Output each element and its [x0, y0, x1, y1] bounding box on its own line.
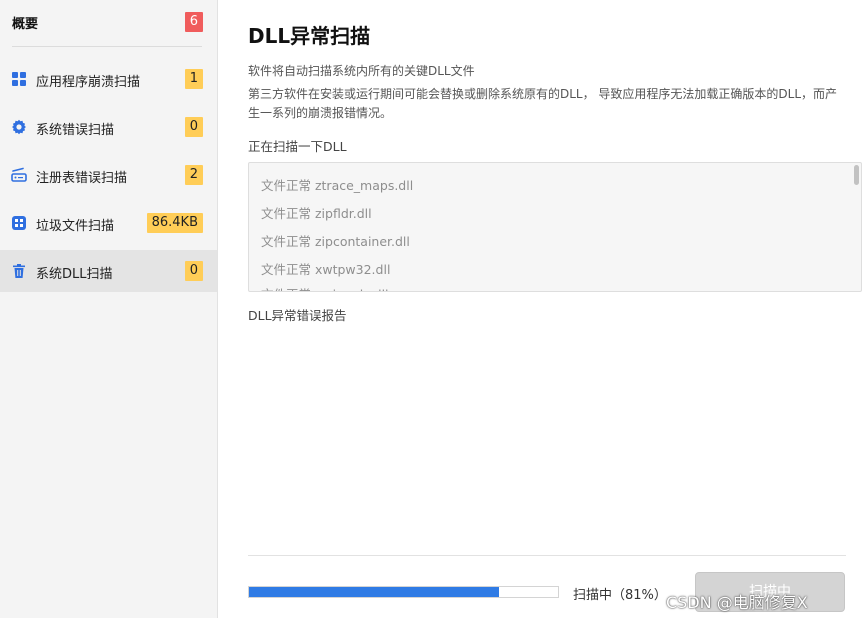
- size-badge: 86.4KB: [146, 213, 203, 233]
- scan-log-line: 文件正常 zipcontainer.dll: [261, 234, 410, 249]
- page-title: DLL异常扫描: [248, 24, 371, 48]
- gear-icon: [11, 119, 27, 135]
- sidebar-item-label: 应用程序崩溃扫描: [36, 75, 141, 90]
- watermark: CSDN @电脑修复X: [666, 593, 808, 612]
- sidebar-item-system-dll-scan[interactable]: 系统DLL扫描 0: [0, 250, 217, 292]
- app-window: 概要 6 应用程序崩溃扫描 1 系统错误扫描 0 注册表错误扫描 2 垃圾文件扫…: [0, 0, 867, 618]
- scan-log-line: 文件正常 ztrace_maps.dll: [261, 178, 414, 193]
- description-line: 软件将自动扫描系统内所有的关键DLL文件: [248, 64, 475, 78]
- scanning-heading: 正在扫描一下DLL: [248, 139, 347, 154]
- grid-icon: [11, 71, 27, 87]
- sidebar-item-label: 系统错误扫描: [36, 123, 115, 138]
- sidebar-item-label: 注册表错误扫描: [36, 171, 128, 186]
- description-paragraph: 第三方软件在安装或运行期间可能会替换或删除系统原有的DLL， 导致应用程序无法加…: [248, 87, 838, 120]
- count-badge: 0: [184, 261, 203, 281]
- footer-divider: [248, 555, 846, 556]
- apps-icon: [11, 215, 27, 231]
- sidebar-item-registry-error-scan[interactable]: 注册表错误扫描 2: [0, 154, 217, 196]
- main-panel: DLL异常扫描 软件将自动扫描系统内所有的关键DLL文件 第三方软件在安装或运行…: [218, 0, 867, 618]
- report-heading: DLL异常错误报告: [248, 308, 347, 323]
- sidebar-header-title: 概要: [12, 17, 39, 32]
- scan-log-line: 文件正常 zipfldr.dll: [261, 206, 372, 221]
- count-badge: 1: [184, 69, 203, 89]
- sidebar-header-overview[interactable]: 概要 6: [0, 0, 217, 46]
- trash-icon: [11, 263, 27, 279]
- sidebar: 概要 6 应用程序崩溃扫描 1 系统错误扫描 0 注册表错误扫描 2 垃圾文件扫…: [0, 0, 218, 618]
- sidebar-divider: [12, 46, 202, 47]
- sidebar-item-junk-file-scan[interactable]: 垃圾文件扫描 86.4KB: [0, 202, 217, 244]
- scan-progress-fill: [249, 587, 500, 597]
- scan-log-line: 文件正常 xwizards.dll: [261, 284, 389, 291]
- router-icon: [11, 167, 27, 183]
- scan-log-box[interactable]: 文件正常 ztrace_maps.dll 文件正常 zipfldr.dll 文件…: [248, 162, 862, 292]
- scan-log-scrollbar[interactable]: [854, 165, 859, 185]
- sidebar-item-app-crash-scan[interactable]: 应用程序崩溃扫描 1: [0, 58, 217, 100]
- scan-status-text: 扫描中（81%）: [573, 588, 667, 603]
- sidebar-item-system-error-scan[interactable]: 系统错误扫描 0: [0, 106, 217, 148]
- count-badge: 0: [184, 117, 203, 137]
- count-badge: 2: [184, 165, 203, 185]
- sidebar-item-label: 垃圾文件扫描: [36, 219, 115, 234]
- overview-count-badge: 6: [184, 12, 203, 32]
- sidebar-item-label: 系统DLL扫描: [36, 267, 113, 282]
- scan-log-line: 文件正常 xwtpw32.dll: [261, 262, 391, 277]
- scan-progress-bar: [248, 586, 559, 598]
